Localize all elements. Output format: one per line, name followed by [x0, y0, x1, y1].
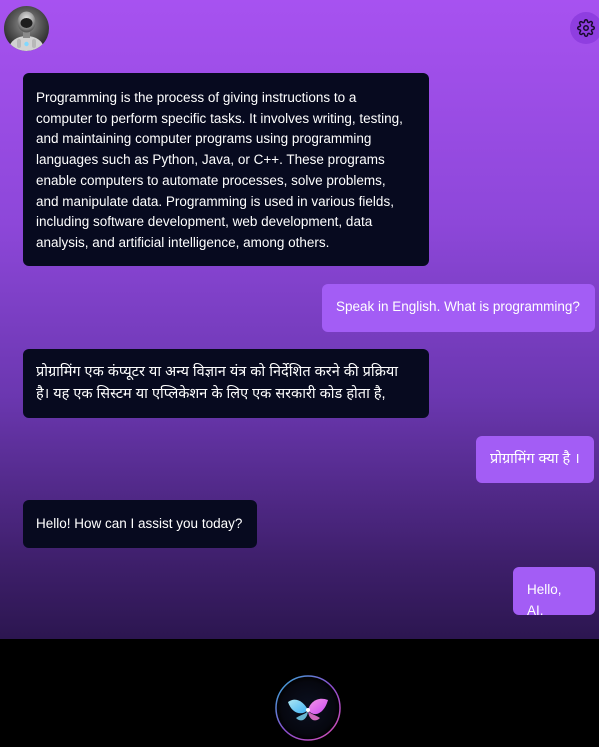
bot-message: प्रोग्रामिंग एक कंप्यूटर या अन्य विज्ञान…: [23, 349, 429, 418]
gear-icon: [577, 19, 595, 37]
settings-button[interactable]: [570, 12, 599, 44]
chat-area[interactable]: Programming is the process of giving ins…: [0, 0, 599, 639]
bot-message: Programming is the process of giving ins…: [23, 73, 429, 266]
voice-orb-button[interactable]: [274, 674, 342, 742]
voice-orb-icon: [275, 675, 341, 741]
bot-message: Hello! How can I assist you today?: [23, 500, 257, 548]
user-message: Hello, AI.: [513, 567, 595, 618]
user-message: Speak in English. What is programming?: [322, 284, 595, 332]
robot-avatar-icon: [4, 6, 49, 51]
user-message: प्रोग्रामिंग क्या है ।: [476, 436, 594, 483]
